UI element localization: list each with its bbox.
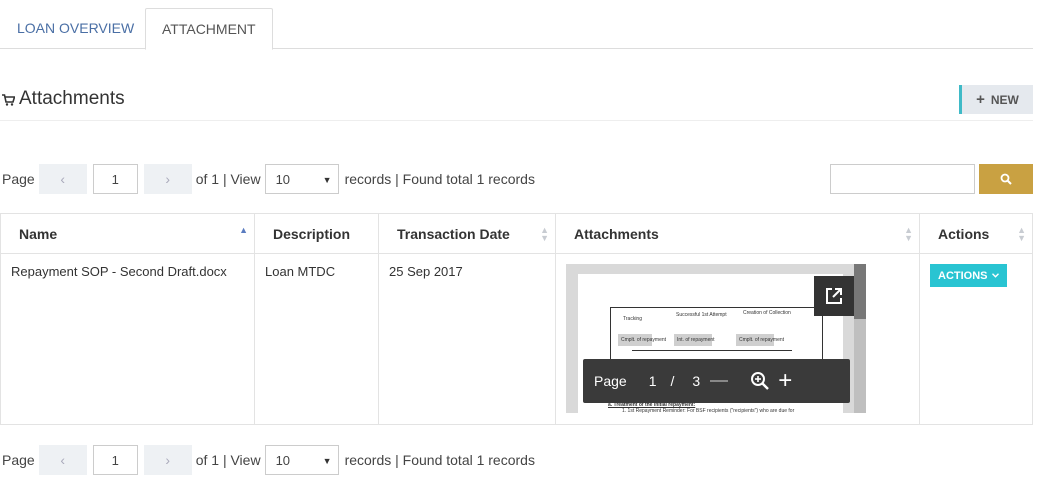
column-header-label: Description <box>273 225 351 242</box>
cell-name: Repayment SOP - Second Draft.docx <box>0 253 255 425</box>
pager-page-label: Page <box>2 171 35 187</box>
viewer-toolbar: Page 1 / 3 + <box>583 359 850 403</box>
shopping-cart-icon <box>2 94 15 106</box>
page-title: Attachments <box>2 88 125 110</box>
pager-records-text: records | Found total 1 records <box>344 452 535 468</box>
pager-next-button[interactable]: › <box>143 445 192 475</box>
column-header-label: Actions <box>938 225 990 242</box>
zoom-out-icon[interactable] <box>710 380 729 382</box>
section-header: Attachments + NEW <box>0 78 1033 121</box>
viewer-current-page[interactable]: 1 <box>649 373 657 389</box>
viewer-page-separator: / <box>670 373 675 389</box>
attachments-table: Name ▲ Description Transaction Date ▲ ▼ A… <box>0 213 1033 425</box>
pager-page-input[interactable] <box>92 445 138 475</box>
open-external-icon <box>826 288 842 304</box>
section-title-text: Attachments <box>19 88 125 109</box>
column-header-actions[interactable]: Actions ▲ ▼ <box>919 213 1033 254</box>
doc-line <box>610 307 822 308</box>
tab-bar: LOAN OVERVIEW ATTACHMENT <box>0 0 1033 50</box>
actions-dropdown-button[interactable]: ACTIONS <box>930 264 1007 287</box>
column-header-attachments[interactable]: Attachments ▲ ▼ <box>555 213 920 254</box>
new-attachment-button[interactable]: + NEW <box>959 85 1033 114</box>
pager-view-value: 10 <box>275 172 291 187</box>
search-button[interactable] <box>979 164 1033 194</box>
cell-actions: ACTIONS <box>919 253 1033 425</box>
scrollbar-thumb[interactable] <box>854 264 866 319</box>
pager-page-input[interactable] <box>92 164 138 194</box>
chevron-down-icon <box>991 273 999 278</box>
pager-of-text: of 1 | View <box>195 171 261 187</box>
cell-transaction-date: 25 Sep 2017 <box>378 253 556 425</box>
column-header-name[interactable]: Name ▲ <box>0 213 255 254</box>
column-header-description: Description <box>254 213 379 254</box>
search-input[interactable] <box>830 164 975 194</box>
caret-down-icon: ▼ <box>322 456 332 466</box>
sort-icon: ▲ ▼ <box>1017 225 1026 243</box>
pager-of-text: of 1 | View <box>195 452 261 468</box>
new-button-label: NEW <box>990 92 1019 107</box>
pager-top: Page ‹ › of 1 | View 10 ▼ records | Foun… <box>2 164 535 194</box>
zoom-in-icon[interactable] <box>750 371 770 391</box>
sort-ascending-icon: ▲ <box>239 225 248 235</box>
doc-text: Successful 1st Attempt <box>676 312 727 318</box>
search-icon <box>1000 173 1012 185</box>
table-row: Repayment SOP - Second Draft.docx Loan M… <box>0 253 1033 425</box>
doc-text: Int. of repayment <box>677 337 715 343</box>
pager-page-label: Page <box>2 452 35 468</box>
tab-loan-overview[interactable]: LOAN OVERVIEW <box>1 8 150 49</box>
pager-bottom: Page ‹ › of 1 | View 10 ▼ records | Foun… <box>2 445 535 475</box>
viewer-page-label: Page <box>594 373 627 389</box>
table-header-row: Name ▲ Description Transaction Date ▲ ▼ A… <box>0 213 1033 254</box>
doc-text: Cmplt. of repayment <box>739 337 785 343</box>
pager-view-value: 10 <box>275 453 291 468</box>
cell-description: Loan MTDC <box>254 253 379 425</box>
zoom-plus-icon[interactable]: + <box>778 369 792 393</box>
pager-prev-button[interactable]: ‹ <box>38 445 87 475</box>
caret-down-icon: ▼ <box>322 175 332 185</box>
sort-icon: ▲ ▼ <box>904 225 913 243</box>
cell-attachment: Tracking Successful 1st Attempt Creation… <box>555 253 920 425</box>
pager-records-text: records | Found total 1 records <box>344 171 535 187</box>
preview-scrollbar[interactable] <box>854 264 866 413</box>
sort-icon: ▲ ▼ <box>540 225 549 243</box>
column-header-label: Attachments <box>574 225 659 242</box>
pager-view-select[interactable]: 10 ▼ <box>264 164 339 194</box>
pager-next-button[interactable]: › <box>143 164 192 194</box>
pager-prev-button[interactable]: ‹ <box>38 164 87 194</box>
doc-text: 1. 1st Repayment Reminder: For BSF recip… <box>622 408 795 414</box>
doc-text: Cmplt. of repayment <box>621 337 667 343</box>
doc-text: Creation of Collection <box>743 310 791 316</box>
viewer-total-pages: 3 <box>692 373 701 389</box>
tab-attachment[interactable]: ATTACHMENT <box>145 8 273 50</box>
plus-icon: + <box>976 91 985 108</box>
doc-text: Tracking <box>623 316 642 322</box>
column-header-transaction-date[interactable]: Transaction Date ▲ ▼ <box>378 213 556 254</box>
doc-line <box>632 350 792 351</box>
column-header-label: Name <box>19 225 58 242</box>
column-header-label: Transaction Date <box>397 225 510 242</box>
attachment-preview[interactable]: Tracking Successful 1st Attempt Creation… <box>566 264 866 414</box>
pager-view-select[interactable]: 10 ▼ <box>264 445 339 475</box>
open-external-button[interactable] <box>814 276 854 316</box>
actions-label: ACTIONS <box>938 269 988 282</box>
